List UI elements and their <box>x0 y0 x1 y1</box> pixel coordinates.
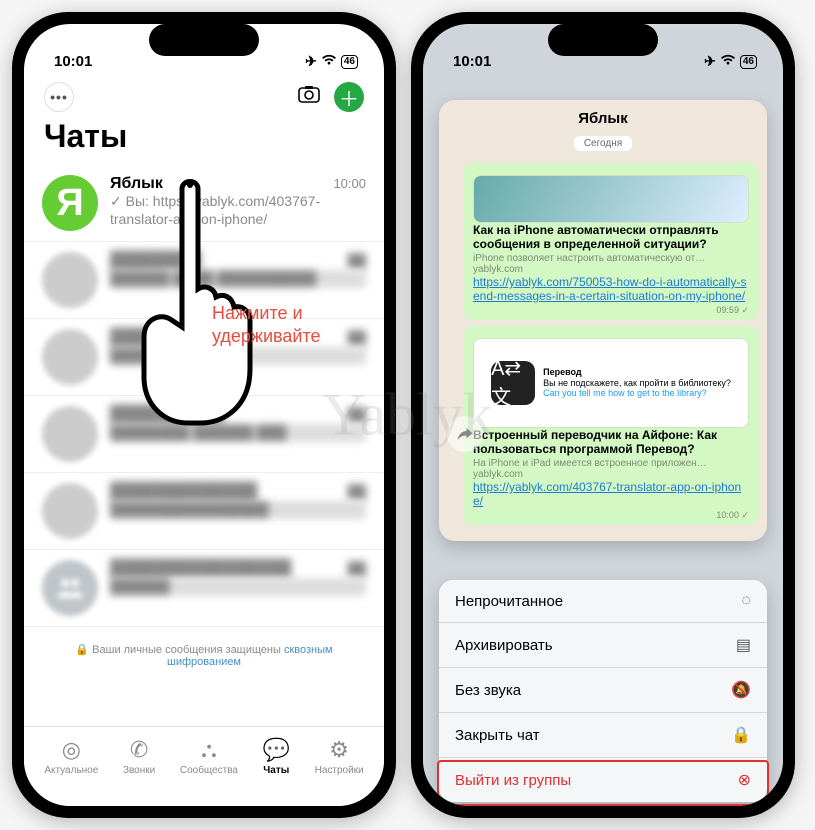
link-preview-image: A⇄文 Перевод Вы не подскажете, как пройти… <box>473 338 749 428</box>
archive-icon: ▤ <box>736 635 751 655</box>
message-sub: На iPhone и iPad имеется встроенное прил… <box>473 458 749 469</box>
context-menu: Непрочитанное ◌ Архивировать ▤ Без звука… <box>439 580 767 802</box>
menu-archive[interactable]: Архивировать ▤ <box>439 623 767 668</box>
dynamic-island <box>548 24 658 56</box>
airplane-icon: ✈︎ <box>305 53 317 70</box>
menu-mute[interactable]: Без звука 🔕 <box>439 668 767 713</box>
tab-calls[interactable]: ✆Звонки <box>123 737 155 776</box>
message-headline: Встроенный переводчик на Айфоне: Как пол… <box>473 428 749 456</box>
tab-bar: ◎Актуальное ✆Звонки ⛬Сообщества 💬Чаты ⚙︎… <box>24 726 384 806</box>
hint-text: Нажмите и удерживайте <box>212 302 321 349</box>
avatar <box>42 252 98 308</box>
phone-left: 10:01 ✈︎ 46 ••• ＋ Чаты Я <box>12 12 396 818</box>
message-headline: Как на iPhone автоматически отправлять с… <box>473 223 749 251</box>
translate-app-icon: A⇄文 <box>491 361 535 405</box>
more-button[interactable]: ••• <box>44 82 74 112</box>
phone-icon: ✆ <box>130 737 148 763</box>
message-bubble[interactable]: Как на iPhone автоматически отправлять с… <box>463 163 759 320</box>
lock-icon: 🔒 <box>731 725 751 745</box>
people-icon: ⛬ <box>201 737 216 763</box>
battery-icon: 46 <box>341 55 358 69</box>
phone-right: 10:01 ✈︎ 46 Яблык Сегодня Как на iPhone … <box>411 12 795 818</box>
spark-icon: ◎ <box>62 737 81 763</box>
message-time: 09:59 ✓ <box>473 305 749 316</box>
mute-icon: 🔕 <box>731 680 751 700</box>
share-button[interactable] <box>447 416 483 452</box>
wifi-icon <box>720 54 736 69</box>
date-pill: Сегодня <box>574 136 632 151</box>
tab-communities[interactable]: ⛬Сообщества <box>180 737 238 776</box>
menu-leave-group[interactable]: Выйти из группы ⊗ <box>439 758 767 802</box>
avatar <box>42 483 98 539</box>
chat-row-blurred[interactable]: ██████████████████ ██████ <box>24 550 384 627</box>
message-host: yablyk.com <box>473 264 749 275</box>
chat-row-blurred[interactable]: ███████████████ ████████████████ <box>24 473 384 550</box>
message-link[interactable]: https://yablyk.com/403767-translator-app… <box>473 480 741 508</box>
encryption-notice: 🔒 Ваши личные сообщения защищены сквозны… <box>24 627 384 668</box>
avatar <box>42 406 98 462</box>
preview-title: Яблык <box>447 110 759 127</box>
page-title: Чаты <box>24 118 384 165</box>
dynamic-island <box>149 24 259 56</box>
status-time: 10:01 <box>453 53 491 70</box>
avatar <box>42 560 98 616</box>
unread-icon: ◌ <box>741 592 751 610</box>
airplane-icon: ✈︎ <box>704 53 716 70</box>
chat-time: 10:00 <box>333 176 366 191</box>
menu-unread[interactable]: Непрочитанное ◌ <box>439 580 767 623</box>
message-time: 10:00 ✓ <box>473 510 749 521</box>
leave-icon: ⊗ <box>738 770 751 790</box>
menu-close-chat[interactable]: Закрыть чат 🔒 <box>439 713 767 758</box>
tab-settings[interactable]: ⚙︎Настройки <box>315 737 364 776</box>
link-preview-image <box>473 175 749 223</box>
gear-icon: ⚙︎ <box>329 737 349 763</box>
message-host: yablyk.com <box>473 469 749 480</box>
pointing-hand-icon <box>130 169 260 429</box>
message-sub: iPhone позволяет настроить автоматическу… <box>473 253 749 264</box>
tab-chats[interactable]: 💬Чаты <box>263 737 290 776</box>
avatar <box>42 329 98 385</box>
message-bubble[interactable]: A⇄文 Перевод Вы не подскажете, как пройти… <box>463 326 759 525</box>
chat-preview-card[interactable]: Яблык Сегодня Как на iPhone автоматическ… <box>439 100 767 541</box>
camera-icon[interactable] <box>298 85 320 109</box>
tab-actual[interactable]: ◎Актуальное <box>44 737 98 776</box>
avatar: Я <box>42 175 98 231</box>
battery-icon: 46 <box>740 55 757 69</box>
message-link[interactable]: https://yablyk.com/750053-how-do-i-autom… <box>473 275 746 303</box>
status-time: 10:01 <box>54 53 92 70</box>
wifi-icon <box>321 54 337 69</box>
chat-icon: 💬 <box>263 737 290 763</box>
new-chat-button[interactable]: ＋ <box>334 82 364 112</box>
